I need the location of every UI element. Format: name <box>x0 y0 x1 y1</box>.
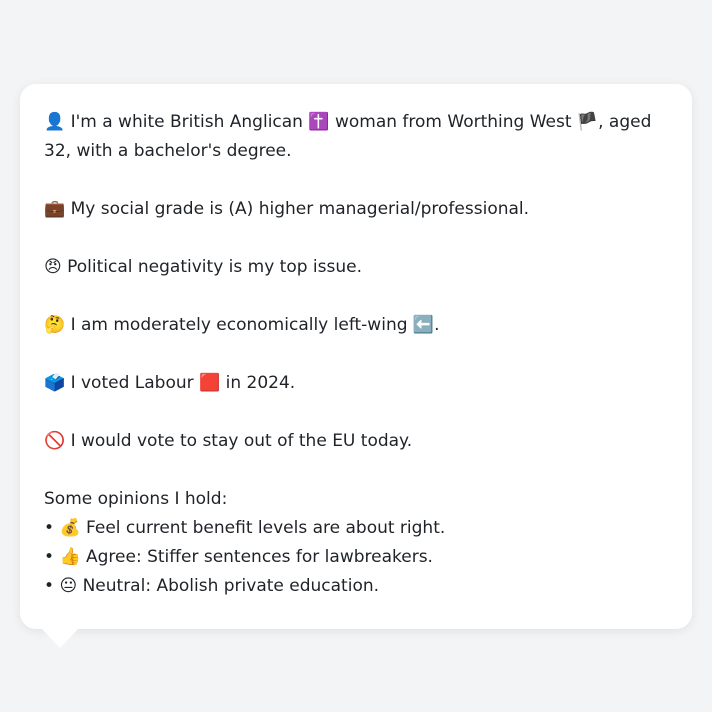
opinion-text: Agree: Stiffer sentences for lawbreakers… <box>80 547 433 567</box>
vote-2024-text-b: in 2024. <box>220 373 296 393</box>
angry-face-icon: 😠 <box>44 257 62 277</box>
eu-line: 🚫 I would vote to stay out of the EU tod… <box>44 427 668 456</box>
identity-line: 👤 I'm a white British Anglican ✝️ woman … <box>44 108 670 166</box>
economics-text-b: . <box>434 315 440 335</box>
top-issue-text: Political negativity is my top issue. <box>61 257 362 277</box>
opinion-text: Neutral: Abolish private education. <box>77 576 380 596</box>
economics-text-a: I am moderately economically left-wing <box>65 315 413 335</box>
neutral-face-icon: 😐 <box>59 576 78 596</box>
briefcase-icon: 💼 <box>44 199 66 219</box>
cross-icon: ✝️ <box>308 112 330 132</box>
ballot-box-icon: 🗳️ <box>44 373 66 393</box>
vote-2024-text-a: I voted Labour <box>65 373 200 393</box>
eu-text: I would vote to stay out of the EU today… <box>65 431 413 451</box>
economics-line: 🤔 I am moderately economically left-wing… <box>44 311 668 340</box>
opinion-item: • 💰 Feel current benefit levels are abou… <box>44 514 668 543</box>
bullet: • <box>44 576 60 596</box>
opinions-heading: Some opinions I hold: <box>44 489 228 509</box>
identity-text-b: woman from Worthing West <box>329 112 577 132</box>
person-icon: 👤 <box>44 112 66 132</box>
bubble-tail <box>42 629 78 648</box>
thumbs-up-icon: 👍 <box>59 547 81 567</box>
thinking-face-icon: 🤔 <box>44 315 66 335</box>
top-issue-line: 😠 Political negativity is my top issue. <box>44 253 668 282</box>
left-arrow-icon: ⬅️ <box>412 315 435 335</box>
opinion-text: Feel current benefit levels are about ri… <box>80 518 446 538</box>
vote-2024-line: 🗳️ I voted Labour 🟥 in 2024. <box>44 369 668 398</box>
bullet: • <box>44 518 60 538</box>
england-flag-icon: 🏴 <box>576 112 599 132</box>
red-square-icon: 🟥 <box>199 373 221 393</box>
prohibited-icon: 🚫 <box>44 431 66 451</box>
money-bag-icon: 💰 <box>59 518 81 538</box>
opinion-item: • 😐 Neutral: Abolish private education. <box>44 572 668 601</box>
social-grade-text: My social grade is (A) higher managerial… <box>65 199 530 219</box>
bullet: • <box>44 547 60 567</box>
opinion-item: • 👍 Agree: Stiffer sentences for lawbrea… <box>44 543 668 572</box>
social-grade-line: 💼 My social grade is (A) higher manageri… <box>44 195 668 224</box>
persona-message-bubble: 👤 I'm a white British Anglican ✝️ woman … <box>20 84 692 629</box>
identity-text-a: I'm a white British Anglican <box>65 112 309 132</box>
